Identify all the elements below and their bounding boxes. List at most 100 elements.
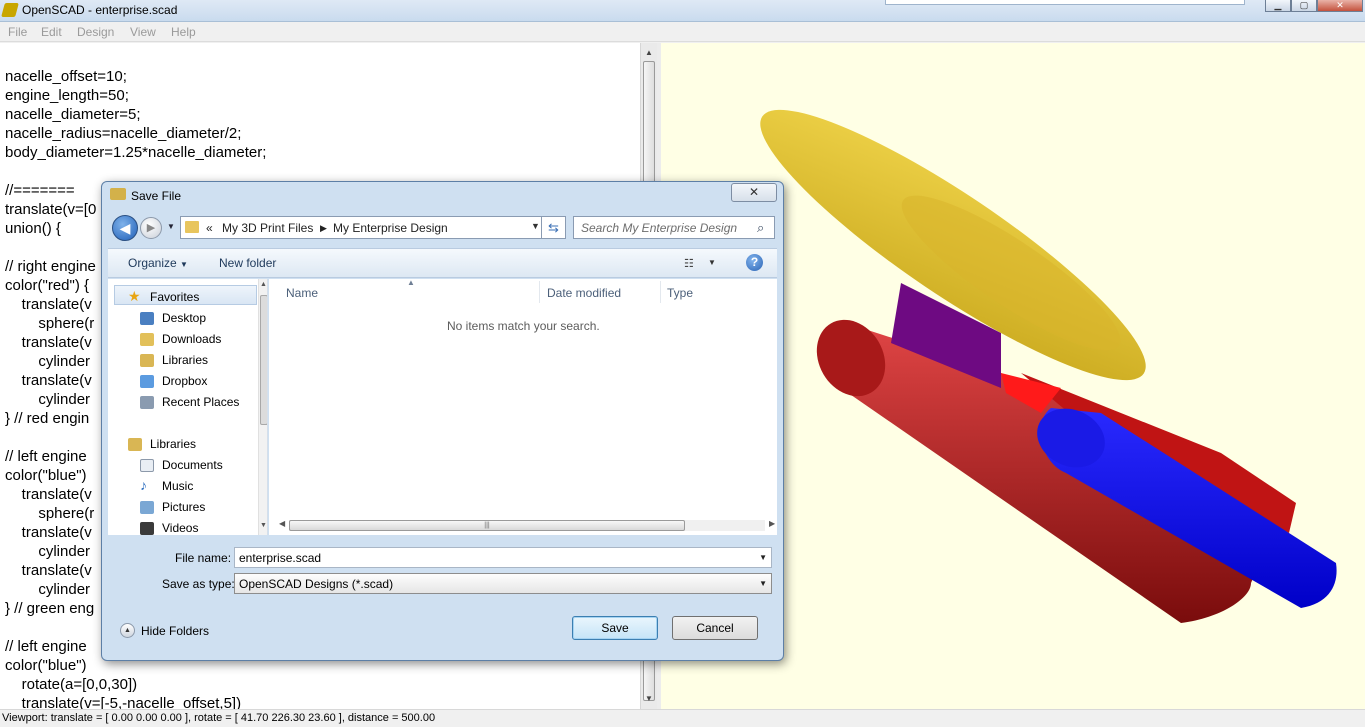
menu-file[interactable]: File [8, 25, 27, 39]
code-line[interactable]: sphere(r [5, 504, 94, 523]
menu-bar: File Edit Design View Help [0, 22, 1365, 42]
scroll-down-icon[interactable]: ▼ [260, 522, 267, 529]
file-list-hscrollbar[interactable]: ◀ ||| ▶ [279, 518, 775, 532]
forward-arrow-icon[interactable]: ▶ [140, 217, 162, 239]
title-bar: OpenSCAD - enterprise.scad ▁ ▢ ✕ [0, 0, 1365, 22]
code-line[interactable]: nacelle_radius=nacelle_diameter/2; [5, 124, 241, 143]
address-bar[interactable]: « My 3D Print Files ▶ My Enterprise Desi… [180, 216, 542, 239]
code-line[interactable]: //======= [5, 181, 75, 200]
code-line[interactable]: cylinder [5, 352, 90, 371]
code-line[interactable]: } // green eng [5, 599, 94, 618]
code-line[interactable]: cylinder [5, 542, 90, 561]
breadcrumb-separator-icon[interactable]: ▶ [320, 223, 327, 234]
code-line[interactable]: translate(v=[-5,-nacelle_offset,5]) [5, 694, 241, 709]
recent-locations-chevron-icon[interactable]: ▼ [167, 222, 175, 231]
code-line[interactable]: // left engine [5, 637, 87, 656]
menu-view[interactable]: View [130, 25, 156, 39]
libraries-group-icon [128, 438, 142, 451]
search-placeholder: Search My Enterprise Design [581, 221, 738, 235]
code-line[interactable]: sphere(r [5, 314, 94, 333]
viewport-status: Viewport: translate = [ 0.00 0.00 0.00 ]… [2, 712, 436, 724]
nav-scrollbar[interactable]: ▲ ▼ [258, 279, 267, 535]
code-line[interactable]: // right engine [5, 257, 96, 276]
code-line[interactable]: translate(v [5, 523, 92, 542]
star-icon: ★ [128, 288, 141, 304]
hscroll-thumb[interactable]: ||| [289, 520, 685, 531]
code-line[interactable]: nacelle_diameter=5; [5, 105, 141, 124]
openscad-icon [1, 3, 19, 17]
dialog-close-button[interactable]: ✕ [731, 183, 777, 202]
file-name-field[interactable]: enterprise.scad ▼ [234, 547, 772, 568]
code-line[interactable]: translate(v [5, 333, 92, 352]
code-line[interactable]: // left engine [5, 447, 87, 466]
minimize-button[interactable]: ▁ [1265, 0, 1291, 12]
new-folder-button[interactable]: New folder [219, 256, 276, 270]
column-date-modified[interactable]: Date modified [547, 286, 621, 300]
column-divider[interactable] [539, 281, 540, 303]
code-line[interactable]: color("blue") [5, 466, 91, 485]
code-line[interactable]: translate(v [5, 485, 92, 504]
sort-ascending-icon: ▲ [407, 278, 415, 287]
code-line[interactable]: nacelle_offset=10; [5, 67, 127, 86]
downloads-icon [140, 333, 154, 346]
collapse-chevron-icon: ▲ [120, 623, 135, 638]
help-icon[interactable]: ? [746, 254, 763, 271]
scroll-down-icon[interactable]: ▼ [641, 691, 657, 707]
nav-music-label: Music [162, 479, 194, 493]
code-line[interactable]: translate(v [5, 295, 92, 314]
column-divider[interactable] [660, 281, 661, 303]
window-title: OpenSCAD - enterprise.scad [22, 3, 178, 17]
code-line[interactable]: } // red engin [5, 409, 89, 428]
close-window-button[interactable]: ✕ [1317, 0, 1363, 12]
nav-pictures-label: Pictures [162, 500, 206, 514]
scroll-up-icon[interactable]: ▲ [260, 281, 267, 288]
nav-recent-places-label: Recent Places [162, 395, 240, 409]
view-chevron-icon[interactable]: ▼ [708, 258, 716, 267]
empty-results-message: No items match your search. [447, 319, 600, 333]
code-line[interactable]: rotate(a=[0,0,30]) [5, 675, 138, 694]
code-line[interactable]: engine_length=50; [5, 86, 129, 105]
view-options-icon[interactable]: ☷ [684, 257, 694, 270]
code-line[interactable]: union() { [5, 219, 61, 238]
file-name-chevron-icon[interactable]: ▼ [759, 553, 767, 562]
menu-help[interactable]: Help [171, 25, 196, 39]
save-button[interactable]: Save [572, 616, 658, 640]
status-bar: Viewport: translate = [ 0.00 0.00 0.00 ]… [0, 709, 1365, 727]
nav-libraries-fav-label: Libraries [162, 353, 209, 367]
code-line[interactable]: translate(v [5, 371, 92, 390]
file-list[interactable]: ▲ Name Date modified Type No items match… [269, 278, 777, 535]
column-type[interactable]: Type [667, 286, 693, 300]
code-line[interactable]: cylinder [5, 390, 90, 409]
nav-scroll-thumb[interactable] [260, 295, 267, 425]
cancel-button[interactable]: Cancel [672, 616, 758, 640]
scroll-right-icon[interactable]: ▶ [769, 519, 775, 528]
navigation-pane: ★ Favorites Desktop Downloads Libraries … [108, 279, 268, 535]
code-line[interactable]: body_diameter=1.25*nacelle_diameter; [5, 143, 266, 162]
menu-edit[interactable]: Edit [41, 25, 62, 39]
scroll-left-icon[interactable]: ◀ [279, 519, 285, 528]
code-line[interactable]: color("red") { [5, 276, 89, 295]
organize-button[interactable]: Organize ▼ [128, 256, 188, 270]
address-chevron-icon[interactable]: ▼ [531, 221, 540, 231]
code-line[interactable]: color("blue") [5, 656, 87, 675]
code-line[interactable]: cylinder [5, 580, 90, 599]
taskbar-strip [885, 0, 1245, 5]
search-icon[interactable]: ⌕ [757, 220, 764, 236]
save-type-chevron-icon[interactable]: ▼ [759, 579, 767, 588]
breadcrumb-enterprise-design[interactable]: My Enterprise Design [333, 221, 448, 235]
dialog-app-icon [110, 188, 126, 200]
breadcrumb-3d-print-files[interactable]: My 3D Print Files [222, 221, 313, 235]
scroll-up-icon[interactable]: ▲ [641, 45, 657, 61]
code-line[interactable]: translate(v [5, 561, 92, 580]
column-name[interactable]: Name [286, 286, 318, 300]
save-file-dialog: Save File ✕ ◀ ▶ ▼ « My 3D Print Files ▶ … [101, 181, 784, 661]
nav-libraries-label: Libraries [150, 437, 197, 451]
save-type-select[interactable]: OpenSCAD Designs (*.scad) ▼ [234, 573, 772, 594]
back-arrow-icon[interactable]: ◀ [112, 215, 138, 241]
menu-design[interactable]: Design [77, 25, 114, 39]
refresh-icon[interactable]: ⇆ [542, 216, 566, 239]
code-line[interactable]: translate(v=[0 [5, 200, 96, 219]
search-input[interactable]: Search My Enterprise Design ⌕ [573, 216, 775, 239]
breadcrumb-overflow[interactable]: « [206, 221, 213, 235]
maximize-button[interactable]: ▢ [1291, 0, 1317, 12]
